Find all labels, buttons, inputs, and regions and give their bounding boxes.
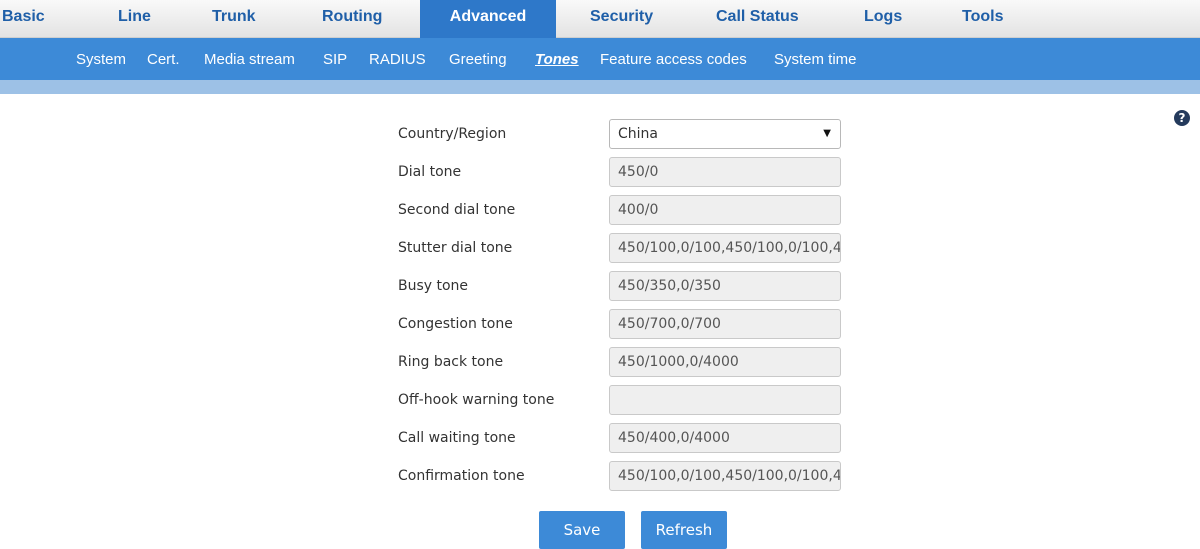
- dial-tone-row: Dial tone 450/0: [0, 157, 1200, 187]
- congestion-tone-label: Congestion tone: [398, 316, 513, 332]
- main-nav: Basic Line Trunk Routing Advanced Securi…: [0, 0, 1200, 38]
- second-dial-tone-label: Second dial tone: [398, 202, 516, 218]
- tones-settings-panel: ? Country/Region China ▼ Dial tone 450/0…: [0, 94, 1200, 549]
- ring-back-tone-row: Ring back tone 450/1000,0/4000: [0, 347, 1200, 377]
- tab-logs[interactable]: Logs: [864, 0, 902, 38]
- country-label: Country/Region: [398, 126, 507, 142]
- subtab-feature-access-codes[interactable]: Feature access codes: [600, 38, 747, 82]
- refresh-button[interactable]: Refresh: [641, 511, 727, 549]
- tab-trunk[interactable]: Trunk: [212, 0, 256, 38]
- tab-security[interactable]: Security: [590, 0, 653, 38]
- confirmation-tone-label: Confirmation tone: [398, 468, 525, 484]
- congestion-tone-row: Congestion tone 450/700,0/700: [0, 309, 1200, 339]
- country-row: Country/Region China ▼: [0, 119, 1200, 149]
- tab-routing[interactable]: Routing: [322, 0, 382, 38]
- tab-line[interactable]: Line: [118, 0, 151, 38]
- subtab-system-time[interactable]: System time: [774, 38, 857, 82]
- call-waiting-tone-label: Call waiting tone: [398, 430, 516, 446]
- ring-back-tone-label: Ring back tone: [398, 354, 504, 370]
- second-dial-tone-input[interactable]: 400/0: [609, 195, 841, 225]
- confirmation-tone-input[interactable]: 450/100,0/100,450/100,0/100,450: [609, 461, 841, 491]
- subnav-divider: [0, 80, 1200, 94]
- tab-call-status[interactable]: Call Status: [716, 0, 799, 38]
- subtab-tones[interactable]: Tones: [535, 38, 579, 82]
- stutter-dial-tone-input[interactable]: 450/100,0/100,450/100,0/100,450: [609, 233, 841, 263]
- subtab-media-stream[interactable]: Media stream: [204, 38, 295, 82]
- busy-tone-label: Busy tone: [398, 278, 469, 294]
- dial-tone-input[interactable]: 450/0: [609, 157, 841, 187]
- sub-nav: System Cert. Media stream SIP RADIUS Gre…: [0, 38, 1200, 80]
- chevron-down-icon: ▼: [823, 128, 831, 139]
- ring-back-tone-input[interactable]: 450/1000,0/4000: [609, 347, 841, 377]
- country-select[interactable]: China ▼: [609, 119, 841, 149]
- subtab-sip[interactable]: SIP: [323, 38, 347, 82]
- subtab-cert[interactable]: Cert.: [147, 38, 180, 82]
- call-waiting-tone-row: Call waiting tone 450/400,0/4000: [0, 423, 1200, 453]
- country-select-value: China: [618, 126, 658, 142]
- stutter-dial-tone-row: Stutter dial tone 450/100,0/100,450/100,…: [0, 233, 1200, 263]
- off-hook-warning-tone-label: Off-hook warning tone: [398, 392, 555, 408]
- busy-tone-input[interactable]: 450/350,0/350: [609, 271, 841, 301]
- subtab-system[interactable]: System: [76, 38, 126, 82]
- tab-basic[interactable]: Basic: [2, 0, 45, 38]
- off-hook-warning-tone-input[interactable]: [609, 385, 841, 415]
- confirmation-tone-row: Confirmation tone 450/100,0/100,450/100,…: [0, 461, 1200, 491]
- busy-tone-row: Busy tone 450/350,0/350: [0, 271, 1200, 301]
- dial-tone-label: Dial tone: [398, 164, 462, 180]
- call-waiting-tone-input[interactable]: 450/400,0/4000: [609, 423, 841, 453]
- tab-tools[interactable]: Tools: [962, 0, 1003, 38]
- off-hook-warning-tone-row: Off-hook warning tone: [0, 385, 1200, 415]
- subtab-radius[interactable]: RADIUS: [369, 38, 426, 82]
- save-button[interactable]: Save: [539, 511, 625, 549]
- second-dial-tone-row: Second dial tone 400/0: [0, 195, 1200, 225]
- tab-advanced[interactable]: Advanced: [420, 0, 556, 38]
- congestion-tone-input[interactable]: 450/700,0/700: [609, 309, 841, 339]
- stutter-dial-tone-label: Stutter dial tone: [398, 240, 513, 256]
- subtab-greeting[interactable]: Greeting: [449, 38, 507, 82]
